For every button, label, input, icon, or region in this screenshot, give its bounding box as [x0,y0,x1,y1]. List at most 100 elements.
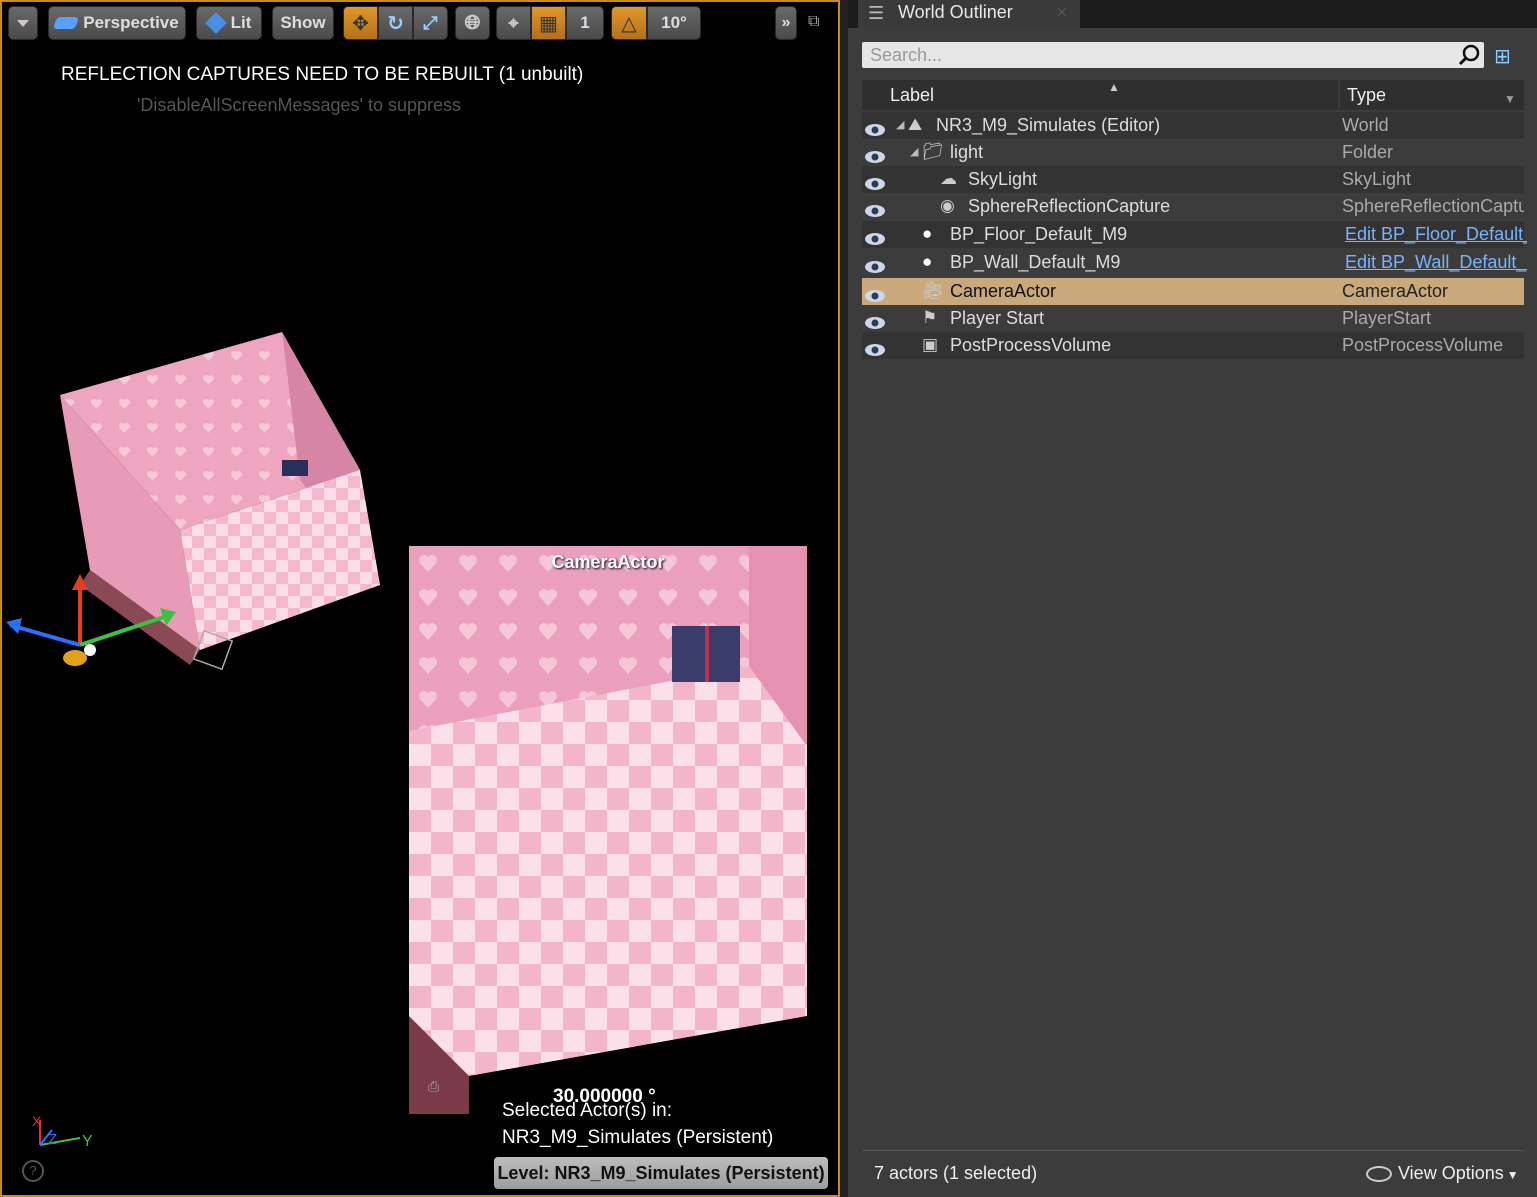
globe-icon: 🌐︎ [464,11,481,34]
perspective-button[interactable]: Perspective [48,6,186,40]
label-header-text: Label [890,85,935,105]
add-filter-icon[interactable]: ⊞ [1494,44,1518,68]
tab-world-outliner[interactable]: ☰ World Outliner ✕ [858,0,1080,28]
column-header-label[interactable]: Label ▲ [862,80,1338,110]
translate-mode-button[interactable]: ✥ [343,6,378,40]
suppress-hint: 'DisableAllScreenMessages' to suppress [137,95,462,115]
outliner-list-icon: ☰ [868,3,885,23]
row-label: CameraActor [950,281,1057,301]
sphere-capture-icon: ◉ [940,196,955,215]
world-local-toggle[interactable]: 🌐︎ [455,6,490,40]
blueprint-icon: ● [922,224,933,243]
restore-viewport-icon[interactable]: ⧉ [808,14,824,30]
world-icon: ⛰ [908,115,923,134]
translate-icon: ✥ [352,12,369,35]
visibility-eye-icon[interactable] [864,172,886,190]
row-type: SkyLight [1342,169,1412,189]
post-process-icon: ▣ [922,335,939,354]
expand-arrow-icon[interactable]: ◢ [896,112,904,139]
viewport-options-button[interactable] [8,6,38,40]
axis-indicator: X Z Y [32,1113,93,1150]
chevron-down-icon [17,19,29,27]
player-start-icon: ⚑ [922,308,938,327]
column-header-type[interactable]: Type ▼ [1340,80,1524,110]
grid-snap-value[interactable]: 1 [566,6,604,40]
chevron-down-icon: ▼ [1506,1168,1519,1182]
outliner-row[interactable]: ◢ ⛰ NR3_M9_Simulates (Editor) World [862,112,1524,139]
panel-divider[interactable] [840,0,848,1197]
edit-blueprint-link[interactable]: Edit BP_Wall_Default_M9 [1345,249,1527,276]
outliner-row[interactable]: 🎥︎ CameraActor CameraActor [862,278,1524,305]
row-type: SphereReflectionCapture [1342,196,1524,216]
visibility-eye-icon[interactable] [864,199,886,217]
sort-ascending-icon: ▲ [1108,80,1120,94]
visibility-eye-icon[interactable] [864,338,886,356]
blueprint-icon: ● [922,252,933,271]
outliner-row[interactable]: ◉ SphereReflectionCapture SphereReflection… [862,193,1524,220]
visibility-eye-icon[interactable] [864,118,886,136]
outliner-row[interactable]: ⚑ Player Start PlayerStart [862,305,1524,332]
visibility-eye-icon[interactable] [864,145,886,163]
rotate-icon: ↻ [387,12,404,35]
rotate-mode-button[interactable]: ↻ [378,6,413,40]
row-label: SphereReflectionCapture [968,196,1171,216]
view-options-label: View Options [1398,1163,1504,1183]
level-viewport[interactable]: Perspective Lit Show ✥ ↻ ⤢ 🌐︎ ⌖ ▦ 1 △ 10… [0,0,840,1197]
camera-small-icon: ⎙ [428,1078,440,1094]
grid-icon: ▦ [539,12,558,35]
view-options-button[interactable]: View Options ▼ [1366,1163,1519,1184]
row-label: light [950,142,984,162]
outliner-row[interactable]: ● BP_Wall_Default_M9 Edit BP_Wall_Default_… [862,249,1527,276]
camera-icon: 🎥︎ [922,281,944,300]
search-icon[interactable] [1458,44,1480,66]
skylight-icon: ☁ [940,169,957,188]
angle-snap-label: 10° [661,13,687,32]
surface-snap-icon: ⌖ [508,12,519,33]
row-label: SkyLight [968,169,1038,189]
camera-preview: CameraActor [409,546,807,1114]
show-label: Show [280,13,326,32]
show-button[interactable]: Show [272,6,334,40]
expand-toolbar-button[interactable]: » [775,6,797,40]
current-level-button[interactable]: Level: NR3_M9_Simulates (Persistent) [494,1157,828,1189]
axis-y-label: Y [82,1133,93,1150]
row-type: Folder [1342,142,1394,162]
row-label: NR3_M9_Simulates (Editor) [936,115,1161,135]
angle-snap-value[interactable]: 10° [647,6,701,40]
visibility-eye-icon[interactable] [864,311,886,329]
scale-icon: ⤢ [423,12,438,33]
visibility-eye-icon[interactable] [864,255,886,273]
visibility-eye-icon[interactable] [864,284,886,302]
lit-cube-icon [204,12,227,34]
transform-gizmo[interactable] [0,570,250,680]
row-type: PostProcessVolume [1342,335,1504,355]
outliner-row[interactable]: ● BP_Floor_Default_M9 Edit BP_Floor_Defaul… [862,221,1527,248]
perspective-label: Perspective [83,13,179,32]
view-mode-button[interactable]: Lit [196,6,262,40]
surface-snap-button[interactable]: ⌖ [496,6,531,40]
edit-blueprint-link[interactable]: Edit BP_Floor_Default_M9 [1345,221,1527,248]
tab-title: World Outliner [898,2,1013,22]
column-options-icon: ▼ [1504,92,1516,106]
row-label: BP_Wall_Default_M9 [950,252,1121,272]
outliner-row[interactable]: ◢ 📁︎ light Folder [862,139,1524,166]
grid-snap-toggle[interactable]: ▦ [531,6,566,40]
scale-mode-button[interactable]: ⤢ [413,6,448,40]
footer-divider [862,1150,1524,1151]
help-icon[interactable]: ? [22,1160,44,1182]
search-input[interactable]: Search... [862,42,1484,68]
expand-arrow-icon[interactable]: ◢ [910,139,918,166]
folder-icon: 📁︎ [922,142,944,161]
row-type: PlayerStart [1342,308,1432,328]
close-tab-icon[interactable]: ✕ [1056,4,1068,21]
axis-z-label: Z [48,1131,57,1148]
visibility-eye-icon[interactable] [864,227,886,245]
rebuild-warning: REFLECTION CAPTURES NEED TO BE REBUILT (… [61,64,584,85]
outliner-row[interactable]: ▣ PostProcessVolume PostProcessVolume [862,332,1524,359]
outliner-row[interactable]: ☁ SkyLight SkyLight [862,166,1524,193]
perspective-icon [53,17,80,29]
row-label: BP_Floor_Default_M9 [950,224,1128,244]
axis-x-label: X [32,1113,42,1129]
angle-snap-toggle[interactable]: △ [611,6,647,40]
selected-actors-label: Selected Actor(s) in: [502,1100,673,1121]
